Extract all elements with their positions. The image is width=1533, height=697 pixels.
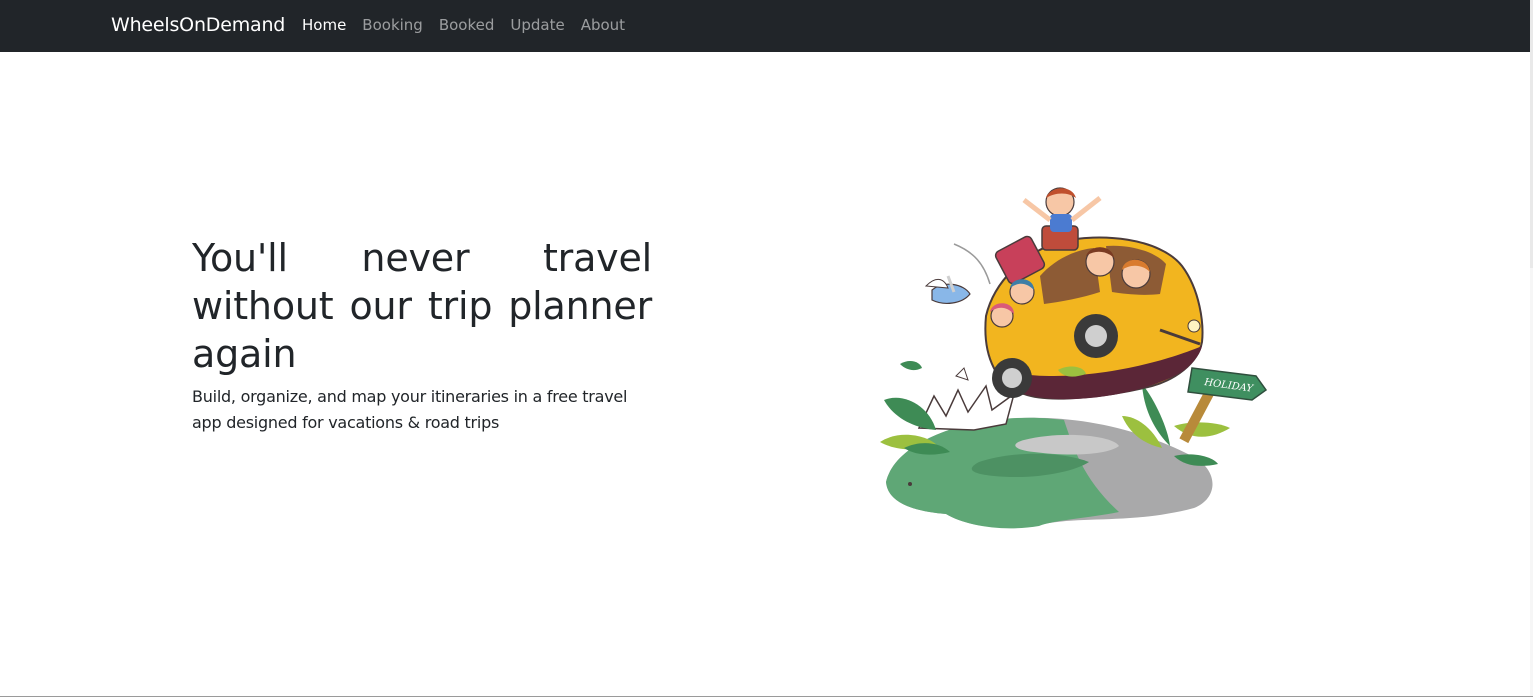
nav-link-booked[interactable]: Booked [439,14,495,36]
nav-item-about: About [581,14,625,36]
travel-car-icon: HOLIDAY [880,187,1268,529]
nav-item-booking: Booking [362,14,423,36]
nav-link-home[interactable]: Home [302,14,346,36]
hero-subtitle: Build, organize, and map your itinerarie… [192,387,628,432]
travel-car-illustration: HOLIDAY [874,180,1274,536]
nav-item-update: Update [510,14,564,36]
top-navbar: WheelsOnDemand Home Booking Booked Updat… [0,0,1530,52]
hero-section: You'll never travel without our trip pla… [192,234,652,436]
hero-title: You'll never travel without our trip pla… [192,236,652,376]
brand-link[interactable]: WheelsOnDemand [111,12,285,38]
nav-link-booking[interactable]: Booking [362,14,423,36]
app-window: WheelsOnDemand Home Booking Booked Updat… [0,0,1533,697]
nav-link-about[interactable]: About [581,14,625,36]
nav-item-home: Home [302,14,346,36]
nav-item-booked: Booked [439,14,495,36]
nav-menu: Home Booking Booked Update About [302,14,625,36]
nav-link-update[interactable]: Update [510,14,564,36]
